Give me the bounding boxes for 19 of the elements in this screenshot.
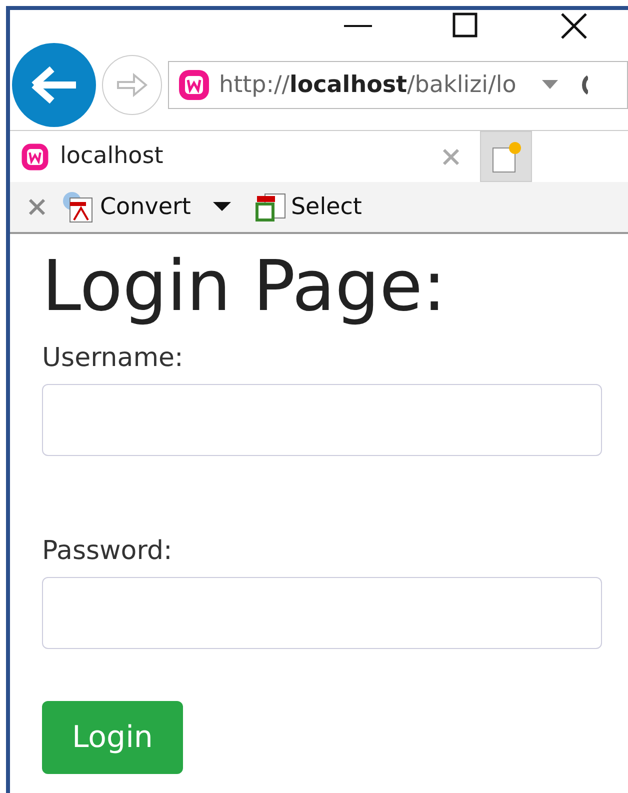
input-field[interactable] — [42, 384, 602, 456]
minimize-icon — [344, 24, 372, 28]
dropdown-icon[interactable] — [212, 202, 231, 212]
back-arrow-icon — [30, 65, 78, 105]
close-icon[interactable] — [28, 198, 46, 216]
close-tab-icon[interactable] — [442, 148, 460, 166]
site-icon — [177, 68, 211, 102]
field-label: Username: — [42, 342, 184, 375]
select-button[interactable]: Select — [248, 190, 366, 224]
input-field[interactable] — [42, 577, 602, 649]
field-label: Password: — [42, 535, 174, 568]
url-text: http://localhost/baklizi/lo — [219, 70, 516, 100]
new-page-icon — [491, 140, 521, 174]
page-heading: Login Page: — [42, 248, 448, 325]
convert-button[interactable]: Convert — [56, 190, 195, 224]
address-bar[interactable]: http://localhost/baklizi/lo — [168, 61, 628, 109]
site-icon — [20, 142, 50, 172]
forward-arrow-icon — [116, 72, 148, 98]
new-tab-button[interactable] — [480, 131, 532, 182]
